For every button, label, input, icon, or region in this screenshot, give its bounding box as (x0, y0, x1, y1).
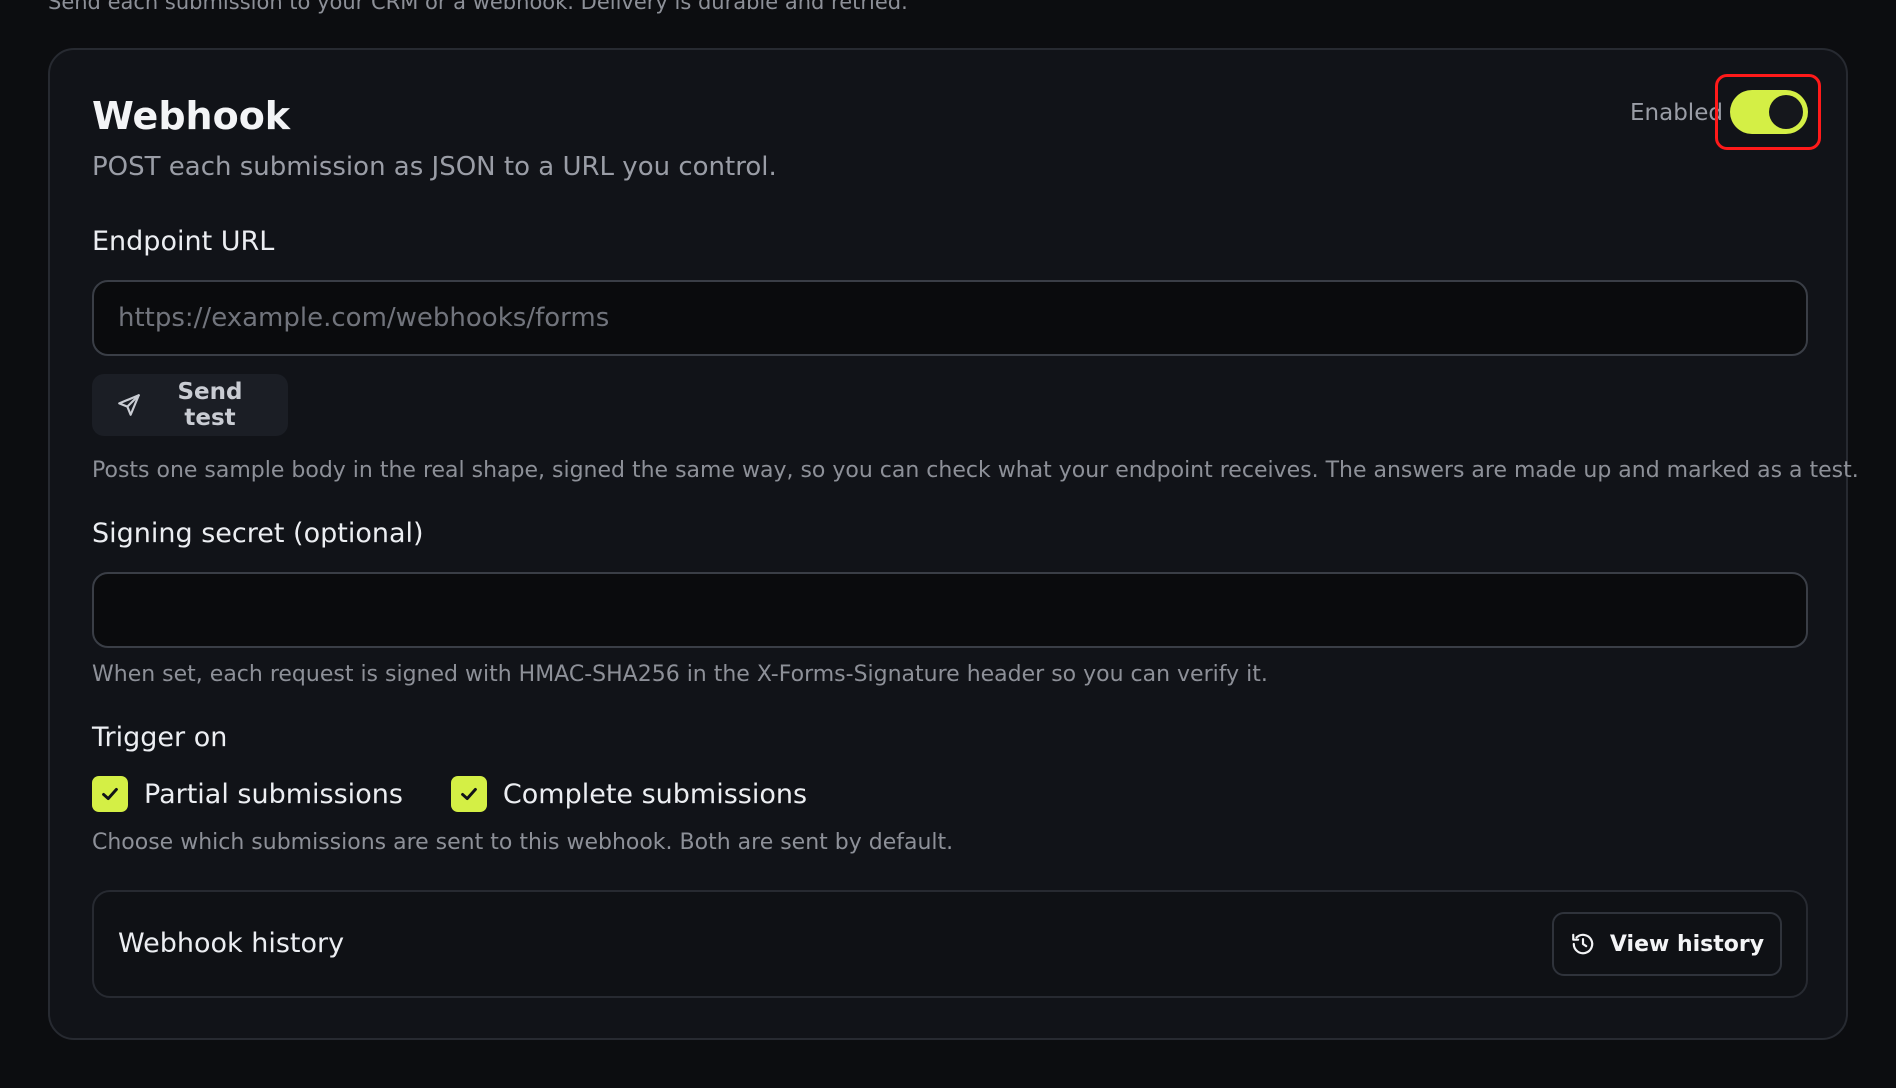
endpoint-url-input[interactable] (92, 280, 1808, 356)
send-test-help: Posts one sample body in the real shape,… (92, 458, 1859, 483)
send-icon (118, 394, 140, 416)
toggle-knob (1769, 95, 1803, 129)
checkbox-checked (450, 776, 487, 812)
section-description: Send each submission to your CRM or a we… (48, 0, 908, 14)
webhook-subtitle: POST each submission as JSON to a URL yo… (92, 152, 777, 182)
signing-secret-help: When set, each request is signed with HM… (92, 662, 1268, 687)
history-icon (1572, 933, 1594, 955)
view-history-button[interactable]: View history (1552, 912, 1782, 976)
trigger-options: Partial submissions Complete submissions (92, 776, 855, 812)
trigger-on-label: Trigger on (92, 722, 228, 753)
webhook-card: Webhook POST each submission as JSON to … (48, 48, 1859, 1040)
signing-secret-input[interactable] (92, 572, 1808, 648)
integrations-page: Send each submission to your CRM or a we… (0, 0, 1896, 1088)
complete-submissions-label: Complete submissions (502, 778, 808, 810)
send-test-button[interactable]: Send test (92, 374, 288, 436)
signing-secret-label: Signing secret (optional) (92, 518, 424, 549)
enabled-toggle[interactable] (1730, 90, 1808, 134)
check-icon (102, 787, 118, 801)
webhook-title: Webhook (92, 94, 291, 138)
send-test-label: Send test (177, 379, 243, 431)
check-icon (461, 787, 477, 801)
partial-submissions-checkbox[interactable]: Partial submissions (92, 776, 403, 812)
complete-submissions-checkbox[interactable]: Complete submissions (450, 776, 808, 812)
checkbox-checked (92, 776, 128, 812)
view-history-label: View history (1609, 931, 1765, 957)
endpoint-url-label: Endpoint URL (92, 226, 275, 257)
webhook-history-title: Webhook history (118, 928, 345, 959)
webhook-history-panel: Webhook history View history (92, 890, 1808, 998)
partial-submissions-label: Partial submissions (144, 778, 403, 810)
trigger-help: Choose which submissions are sent to thi… (92, 830, 954, 855)
enabled-label: Enabled (1630, 100, 1723, 126)
